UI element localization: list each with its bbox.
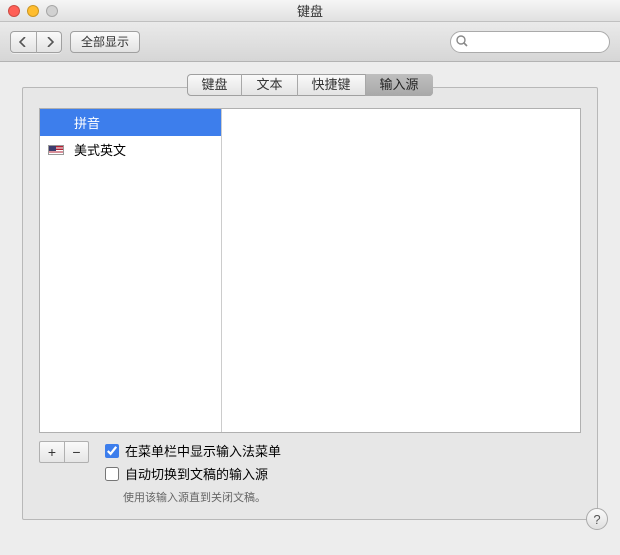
chevron-left-icon [19, 37, 27, 47]
chevron-right-icon [46, 37, 54, 47]
tab-shortcuts[interactable]: 快捷键 [297, 74, 365, 96]
us-flag-icon [48, 143, 66, 157]
add-button[interactable]: + [40, 442, 64, 462]
close-button[interactable] [8, 5, 20, 17]
auto-switch-hint: 使用该输入源直到关闭文稿。 [123, 489, 281, 505]
tab-input-sources[interactable]: 输入源 [365, 74, 433, 96]
window-title: 键盘 [0, 1, 620, 20]
list-item-label: 拼音 [74, 113, 100, 132]
help-button[interactable]: ? [586, 508, 608, 530]
toolbar: 全部显示 [0, 22, 620, 62]
content-area: 键盘 文本 快捷键 输入源 拼音 美式英文 + − [0, 62, 620, 538]
search-wrap [450, 31, 610, 53]
tabs: 键盘 文本 快捷键 输入源 [187, 74, 432, 96]
show-menu-label: 在菜单栏中显示输入法菜单 [125, 441, 281, 460]
titlebar: 键盘 [0, 0, 620, 22]
zoom-button[interactable] [46, 5, 58, 17]
input-source-area: 拼音 美式英文 [39, 108, 581, 433]
tab-text[interactable]: 文本 [241, 74, 296, 96]
remove-button[interactable]: − [64, 442, 88, 462]
auto-switch-checkbox[interactable] [105, 467, 119, 481]
show-all-button[interactable]: 全部显示 [70, 31, 140, 53]
traffic-lights [8, 5, 58, 17]
blank-icon [48, 116, 66, 130]
list-item[interactable]: 美式英文 [40, 136, 221, 163]
minimize-button[interactable] [27, 5, 39, 17]
search-input[interactable] [450, 31, 610, 53]
auto-switch-label: 自动切换到文稿的输入源 [125, 464, 268, 483]
add-remove-control: + − [39, 441, 89, 463]
nav-segmented [10, 31, 62, 53]
options-group: 在菜单栏中显示输入法菜单 自动切换到文稿的输入源 使用该输入源直到关闭文稿。 [105, 441, 281, 505]
search-icon [456, 35, 468, 47]
list-item-label: 美式英文 [74, 140, 126, 159]
input-source-detail [222, 109, 580, 432]
forward-button[interactable] [36, 31, 62, 53]
list-item[interactable]: 拼音 [40, 109, 221, 136]
show-menu-checkbox[interactable] [105, 444, 119, 458]
input-source-list[interactable]: 拼音 美式英文 [40, 109, 222, 432]
panel: 拼音 美式英文 + − 在菜单栏中显示输入法菜单 [22, 87, 598, 520]
tab-keyboard[interactable]: 键盘 [187, 74, 241, 96]
bottom-row: + − 在菜单栏中显示输入法菜单 自动切换到文稿的输入源 使用该输入源直到关闭文… [39, 441, 581, 505]
back-button[interactable] [10, 31, 36, 53]
show-menu-option[interactable]: 在菜单栏中显示输入法菜单 [105, 441, 281, 460]
auto-switch-option[interactable]: 自动切换到文稿的输入源 [105, 464, 281, 483]
